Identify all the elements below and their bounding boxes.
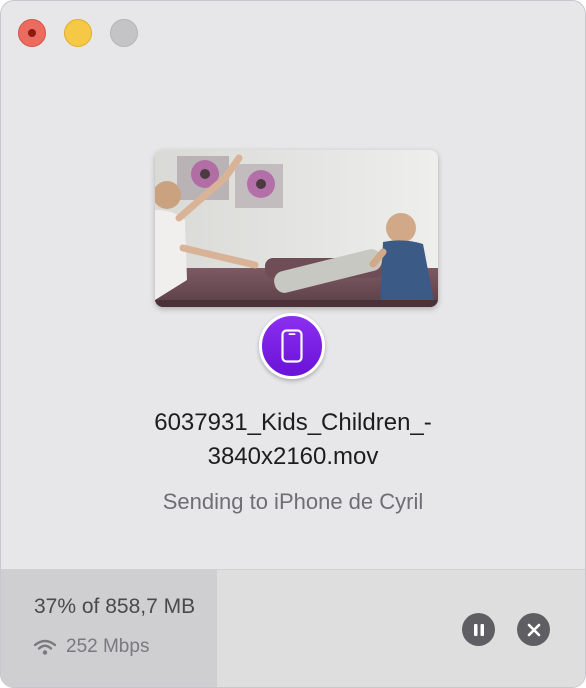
transfer-footer: 37% of 858,7 MB 252 Mbps xyxy=(1,569,585,687)
transfer-status: Sending to iPhone de Cyril xyxy=(162,489,424,514)
progress-bar-fill xyxy=(1,570,218,687)
device-badge xyxy=(259,313,325,379)
transfer-speed: 252 Mbps xyxy=(34,636,149,658)
minimize-window-button[interactable] xyxy=(64,19,92,47)
stop-transfer-button[interactable] xyxy=(517,613,550,646)
file-name-line-2: 3840x2160.mov xyxy=(207,443,379,470)
stop-icon xyxy=(527,623,540,636)
file-name: 6037931_Kids_Children_- 3840x2160.mov xyxy=(41,406,545,474)
pause-transfer-button[interactable] xyxy=(462,613,495,646)
progress-text: 37% of 858,7 MB xyxy=(34,595,196,618)
wifi-icon xyxy=(34,639,56,655)
zoom-window-button xyxy=(110,19,138,47)
close-window-button[interactable] xyxy=(18,19,46,47)
iphone-icon xyxy=(281,329,303,363)
speed-value: 252 Mbps xyxy=(66,636,150,657)
video-thumbnail xyxy=(155,150,438,307)
file-name-line-1: 6037931_Kids_Children_- xyxy=(154,409,432,436)
pause-icon xyxy=(473,623,484,636)
airdrop-transfer-window: 6037931_Kids_Children_- 3840x2160.mov Se… xyxy=(0,0,586,688)
